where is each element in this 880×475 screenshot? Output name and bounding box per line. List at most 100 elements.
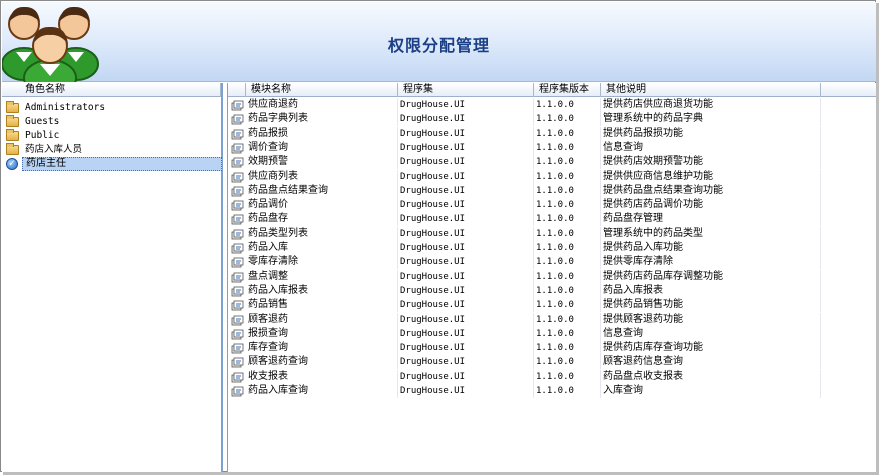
- table-row[interactable]: 顾客退药 DrugHouse.UI 1.1.0.0 提供顾客退药功能: [228, 312, 877, 327]
- module-icon: [231, 229, 244, 240]
- description-cell: 入库查询: [603, 384, 821, 398]
- version-cell: 1.1.0.0: [536, 355, 601, 370]
- module-name-cell: 药品入库查询: [248, 384, 398, 398]
- description-cell: 提供零库存清除: [603, 255, 821, 270]
- table-row[interactable]: 零库存清除 DrugHouse.UI 1.1.0.0 提供零库存清除: [228, 255, 877, 270]
- module-icon: [231, 257, 244, 268]
- assembly-cell: DrugHouse.UI: [400, 312, 534, 327]
- folder-icon: [6, 129, 19, 141]
- description-cell: 顾客退药信息查询: [603, 355, 821, 370]
- table-row[interactable]: 药品入库查询 DrugHouse.UI 1.1.0.0 入库查询: [228, 384, 877, 398]
- module-icon: [231, 172, 244, 182]
- version-cell: 1.1.0.0: [536, 369, 601, 384]
- module-name-cell: 药品销售: [248, 298, 398, 313]
- module-icon: [231, 272, 244, 282]
- module-icon: [231, 100, 244, 111]
- role-item[interactable]: Public: [4, 129, 221, 143]
- role-item[interactable]: ✓ 药店主任: [4, 157, 222, 171]
- window-shadow-right: [876, 3, 879, 473]
- module-name-cell: 药品字典列表: [248, 112, 398, 127]
- assembly-cell: DrugHouse.UI: [400, 384, 534, 398]
- module-icon: [231, 186, 244, 197]
- description-cell: 提供药店药品库存调整功能: [603, 269, 821, 284]
- role-column-header[interactable]: 角色名称: [2, 83, 221, 97]
- module-name-cell: 药品盘点结果查询: [248, 183, 398, 198]
- version-cell: 1.1.0.0: [536, 269, 601, 284]
- role-label: Administrators: [25, 102, 106, 113]
- assembly-cell: DrugHouse.UI: [400, 98, 534, 112]
- module-name-cell: 药品入库: [248, 241, 398, 255]
- description-cell: 信息查询: [603, 140, 821, 155]
- table-row[interactable]: 药品销售 DrugHouse.UI 1.1.0.0 提供药品销售功能: [228, 298, 877, 313]
- description-cell: 提供供应商信息维护功能: [603, 169, 821, 184]
- module-icon: [231, 200, 244, 211]
- module-icon: [231, 129, 244, 139]
- column-header-assembly[interactable]: 程序集: [398, 83, 534, 97]
- role-item[interactable]: Administrators: [4, 101, 221, 115]
- module-name-cell: 效期预警: [248, 155, 398, 170]
- table-row[interactable]: 药品调价 DrugHouse.UI 1.1.0.0 提供药店药品调价功能: [228, 198, 877, 213]
- role-label: Public: [25, 130, 60, 141]
- module-icon: [231, 300, 244, 311]
- description-cell: 药品盘存管理: [603, 212, 821, 227]
- module-icon: [231, 114, 244, 125]
- table-row[interactable]: 药品类型列表 DrugHouse.UI 1.1.0.0 管理系统中的药品类型: [228, 226, 877, 241]
- page-title: 权限分配管理: [387, 36, 490, 55]
- table-row[interactable]: 药品字典列表 DrugHouse.UI 1.1.0.0 管理系统中的药品字典: [228, 112, 877, 127]
- table-row[interactable]: 药品报损 DrugHouse.UI 1.1.0.0 提供药品报损功能: [228, 126, 877, 141]
- assembly-cell: DrugHouse.UI: [400, 169, 534, 184]
- column-header-module-name[interactable]: 模块名称: [246, 83, 398, 97]
- folder-icon: [6, 115, 19, 127]
- column-header-description[interactable]: 其他说明: [601, 83, 821, 97]
- module-name-cell: 供应商列表: [248, 169, 398, 184]
- assembly-cell: DrugHouse.UI: [400, 355, 534, 370]
- assembly-cell: DrugHouse.UI: [400, 212, 534, 227]
- table-row[interactable]: 供应商退药 DrugHouse.UI 1.1.0.0 提供药店供应商退货功能: [228, 98, 877, 112]
- description-cell: 信息查询: [603, 326, 821, 341]
- table-row[interactable]: 药品入库 DrugHouse.UI 1.1.0.0 提供药品入库功能: [228, 241, 877, 255]
- module-icon: [231, 214, 244, 225]
- column-header-assembly-version[interactable]: 程序集版本: [534, 83, 601, 97]
- module-icon: [231, 315, 244, 325]
- version-cell: 1.1.0.0: [536, 140, 601, 155]
- description-cell: 管理系统中的药品类型: [603, 226, 821, 241]
- module-icon: [231, 157, 244, 168]
- version-cell: 1.1.0.0: [536, 255, 601, 270]
- table-row[interactable]: 药品入库报表 DrugHouse.UI 1.1.0.0 药品入库报表: [228, 283, 877, 298]
- table-row[interactable]: 药品盘存 DrugHouse.UI 1.1.0.0 药品盘存管理: [228, 212, 877, 227]
- version-cell: 1.1.0.0: [536, 183, 601, 198]
- module-icon: [231, 343, 244, 354]
- table-row[interactable]: 供应商列表 DrugHouse.UI 1.1.0.0 提供供应商信息维护功能: [228, 169, 877, 184]
- module-name-cell: 顾客退药: [248, 312, 398, 327]
- table-row[interactable]: 调价查询 DrugHouse.UI 1.1.0.0 信息查询: [228, 140, 877, 155]
- column-header-role-name[interactable]: 角色名称: [20, 83, 221, 97]
- table-row[interactable]: 收支报表 DrugHouse.UI 1.1.0.0 药品盘点收支报表: [228, 369, 877, 384]
- version-cell: 1.1.0.0: [536, 341, 601, 356]
- version-cell: 1.1.0.0: [536, 169, 601, 184]
- table-row[interactable]: 库存查询 DrugHouse.UI 1.1.0.0 提供药店库存查询功能: [228, 341, 877, 356]
- module-icon: [231, 372, 244, 383]
- module-icon: [231, 143, 244, 154]
- description-cell: 管理系统中的药品字典: [603, 112, 821, 127]
- assembly-cell: DrugHouse.UI: [400, 226, 534, 241]
- table-row[interactable]: 报损查询 DrugHouse.UI 1.1.0.0 信息查询: [228, 326, 877, 341]
- version-cell: 1.1.0.0: [536, 326, 601, 341]
- table-row[interactable]: 盘点调整 DrugHouse.UI 1.1.0.0 提供药店药品库存调整功能: [228, 269, 877, 284]
- description-cell: 提供药品盘点结果查询功能: [603, 183, 821, 198]
- assembly-cell: DrugHouse.UI: [400, 241, 534, 255]
- module-pane: 模块名称 程序集 程序集版本 其他说明 供应商退药 DrugHouse.UI 1.1…: [227, 83, 877, 472]
- role-item[interactable]: Guests: [4, 115, 221, 129]
- role-label: Guests: [25, 116, 60, 127]
- table-row[interactable]: 顾客退药查询 DrugHouse.UI 1.1.0.0 顾客退药信息查询: [228, 355, 877, 370]
- table-row[interactable]: 药品盘点结果查询 DrugHouse.UI 1.1.0.0 提供药品盘点结果查询功能: [228, 183, 877, 198]
- role-item[interactable]: 药店入库人员: [4, 143, 221, 157]
- module-icon: [231, 357, 244, 368]
- module-icon: [231, 286, 244, 297]
- module-name-cell: 零库存清除: [248, 255, 398, 270]
- version-cell: 1.1.0.0: [536, 126, 601, 141]
- table-row[interactable]: 效期预警 DrugHouse.UI 1.1.0.0 提供药店效期预警功能: [228, 155, 877, 170]
- version-cell: 1.1.0.0: [536, 226, 601, 241]
- role-pane: 角色名称 Administrators Guests Public 药店入库人员 ✓ 药店…: [2, 83, 223, 472]
- description-cell: 提供药店效期预警功能: [603, 155, 821, 170]
- folder-icon: [6, 101, 19, 113]
